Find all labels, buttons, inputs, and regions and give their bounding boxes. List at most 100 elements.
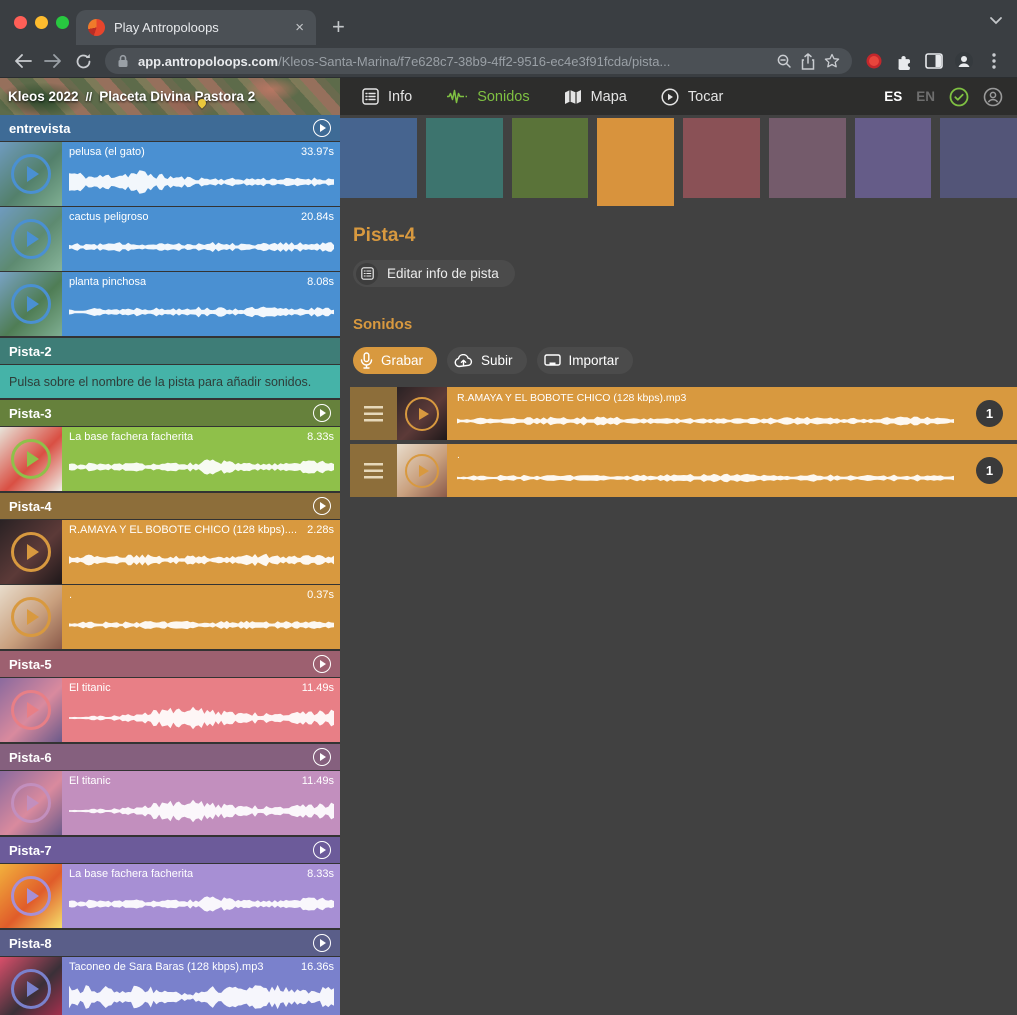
track-tab-7[interactable] bbox=[855, 118, 932, 198]
sound-thumbnail[interactable] bbox=[0, 520, 62, 584]
drag-handle[interactable] bbox=[350, 444, 397, 497]
track-play-icon[interactable] bbox=[313, 841, 331, 859]
nav-item-tocar[interactable]: Tocar bbox=[661, 88, 723, 106]
play-overlay-icon[interactable] bbox=[11, 219, 51, 259]
sound-item[interactable]: planta pinchosa8.08s bbox=[0, 272, 340, 336]
track-play-icon[interactable] bbox=[313, 934, 331, 952]
sound-item[interactable]: Taconeo de Sara Baras (128 kbps).mp316.3… bbox=[0, 957, 340, 1015]
sound-item[interactable]: El titanic11.49s bbox=[0, 678, 340, 742]
zoom-window-button[interactable] bbox=[56, 16, 69, 29]
menu-kebab-icon[interactable] bbox=[980, 47, 1008, 75]
track-tab-5[interactable] bbox=[683, 118, 760, 198]
extensions-puzzle-icon[interactable] bbox=[890, 47, 918, 75]
play-overlay-icon[interactable] bbox=[11, 969, 51, 1009]
sidebar-track-header[interactable]: Pista-5 bbox=[0, 651, 340, 677]
sidebar-track-header[interactable]: Pista-7 bbox=[0, 837, 340, 863]
play-triangle bbox=[27, 544, 39, 560]
account-icon[interactable] bbox=[983, 87, 1003, 107]
track-play-icon[interactable] bbox=[313, 404, 331, 422]
play-overlay-icon[interactable] bbox=[11, 876, 51, 916]
track-play-icon[interactable] bbox=[313, 748, 331, 766]
play-overlay-icon[interactable] bbox=[11, 597, 51, 637]
breadcrumb-separator: // bbox=[86, 90, 93, 104]
close-window-button[interactable] bbox=[14, 16, 27, 29]
forward-icon[interactable] bbox=[39, 47, 67, 75]
sound-item[interactable]: El titanic11.49s bbox=[0, 771, 340, 835]
sidebar-track-header[interactable]: Pista-4 bbox=[0, 493, 340, 519]
sound-thumbnail[interactable] bbox=[0, 864, 62, 928]
sound-item[interactable]: .0.37s bbox=[0, 585, 340, 649]
lang-es-button[interactable]: ES bbox=[884, 89, 902, 104]
tab-close-icon[interactable]: × bbox=[295, 20, 304, 35]
track-tab-3[interactable] bbox=[512, 118, 589, 198]
drag-handle[interactable] bbox=[350, 387, 397, 440]
nav-item-info[interactable]: Info bbox=[362, 88, 412, 105]
zoom-out-icon[interactable] bbox=[776, 53, 792, 69]
record-button[interactable]: Grabar bbox=[353, 347, 437, 374]
play-overlay-icon[interactable] bbox=[405, 397, 439, 431]
record-extension-icon[interactable] bbox=[860, 47, 888, 75]
track-play-icon[interactable] bbox=[313, 655, 331, 673]
sound-item[interactable]: La base fachera facherita8.33s bbox=[0, 427, 340, 491]
play-overlay-icon[interactable] bbox=[11, 532, 51, 572]
reload-icon[interactable] bbox=[69, 47, 97, 75]
upload-button[interactable]: Subir bbox=[447, 347, 527, 374]
sound-item[interactable]: cactus peligroso20.84s bbox=[0, 207, 340, 271]
track-tab-4[interactable] bbox=[597, 118, 674, 206]
nav-item-sonidos[interactable]: Sonidos bbox=[446, 89, 529, 105]
browser-tab[interactable]: Play Antropoloops × bbox=[76, 10, 316, 45]
track-tab-6[interactable] bbox=[769, 118, 846, 198]
play-overlay-icon[interactable] bbox=[11, 284, 51, 324]
play-overlay-icon[interactable] bbox=[11, 783, 51, 823]
sound-thumbnail[interactable] bbox=[0, 427, 62, 491]
tab-search-chevron-icon[interactable] bbox=[989, 16, 1003, 25]
sidebar-track-header[interactable]: Pista-2 bbox=[0, 338, 340, 364]
sound-item-meta: R.AMAYA Y EL BOBOTE CHICO (128 kbps)....… bbox=[69, 524, 334, 537]
import-button[interactable]: Importar bbox=[537, 347, 633, 374]
back-icon[interactable] bbox=[9, 47, 37, 75]
new-tab-button[interactable]: + bbox=[332, 16, 345, 38]
side-panel-icon[interactable] bbox=[920, 47, 948, 75]
track-tab-2[interactable] bbox=[426, 118, 503, 198]
sound-item[interactable]: R.AMAYA Y EL BOBOTE CHICO (128 kbps)....… bbox=[0, 520, 340, 584]
sound-thumbnail[interactable] bbox=[0, 678, 62, 742]
sound-item[interactable]: pelusa (el gato)33.97s bbox=[0, 142, 340, 206]
sidebar-track-header[interactable]: Pista-3 bbox=[0, 400, 340, 426]
sound-item[interactable]: La base fachera facherita8.33s bbox=[0, 864, 340, 928]
share-icon[interactable] bbox=[801, 53, 815, 70]
play-overlay-icon[interactable] bbox=[11, 690, 51, 730]
minimize-window-button[interactable] bbox=[35, 16, 48, 29]
bookmark-star-icon[interactable] bbox=[824, 53, 840, 69]
edit-track-info-button[interactable]: Editar info de pista bbox=[353, 260, 515, 287]
sound-thumbnail[interactable] bbox=[0, 142, 62, 206]
sound-thumbnail[interactable] bbox=[0, 272, 62, 336]
sidebar-section-pista-7: Pista-7La base fachera facherita8.33s bbox=[0, 837, 340, 928]
nav-item-mapa[interactable]: Mapa bbox=[564, 89, 627, 105]
breadcrumb[interactable]: Kleos 2022 // Placeta Divina Pastora 2 bbox=[0, 78, 340, 115]
sidebar-track-header[interactable]: Pista-6 bbox=[0, 744, 340, 770]
check-circle-icon[interactable] bbox=[949, 87, 969, 107]
sidebar-track-header[interactable]: entrevista bbox=[0, 115, 340, 141]
sound-item-body: El titanic11.49s bbox=[62, 678, 340, 742]
sound-thumbnail[interactable] bbox=[0, 957, 62, 1015]
sound-row[interactable]: R.AMAYA Y EL BOBOTE CHICO (128 kbps).mp3… bbox=[350, 387, 1017, 440]
breadcrumb-project[interactable]: Kleos 2022 bbox=[8, 89, 79, 104]
lang-en-button[interactable]: EN bbox=[916, 89, 935, 104]
track-play-icon[interactable] bbox=[313, 497, 331, 515]
address-bar[interactable]: app.antropoloops.com/Kleos-Santa-Marina/… bbox=[105, 48, 852, 74]
profile-avatar[interactable] bbox=[950, 47, 978, 75]
play-overlay-icon[interactable] bbox=[11, 154, 51, 194]
sound-thumbnail[interactable] bbox=[397, 387, 447, 440]
sidebar-track-header[interactable]: Pista-8 bbox=[0, 930, 340, 956]
track-play-icon[interactable] bbox=[313, 119, 331, 137]
play-triangle bbox=[27, 981, 39, 997]
play-overlay-icon[interactable] bbox=[405, 454, 439, 488]
sound-thumbnail[interactable] bbox=[0, 771, 62, 835]
play-overlay-icon[interactable] bbox=[11, 439, 51, 479]
sound-thumbnail[interactable] bbox=[0, 585, 62, 649]
sound-row[interactable]: .1 bbox=[350, 444, 1017, 497]
sound-thumbnail[interactable] bbox=[397, 444, 447, 497]
sound-thumbnail[interactable] bbox=[0, 207, 62, 271]
track-tab-8[interactable] bbox=[940, 118, 1017, 198]
track-tab-1[interactable] bbox=[340, 118, 417, 198]
